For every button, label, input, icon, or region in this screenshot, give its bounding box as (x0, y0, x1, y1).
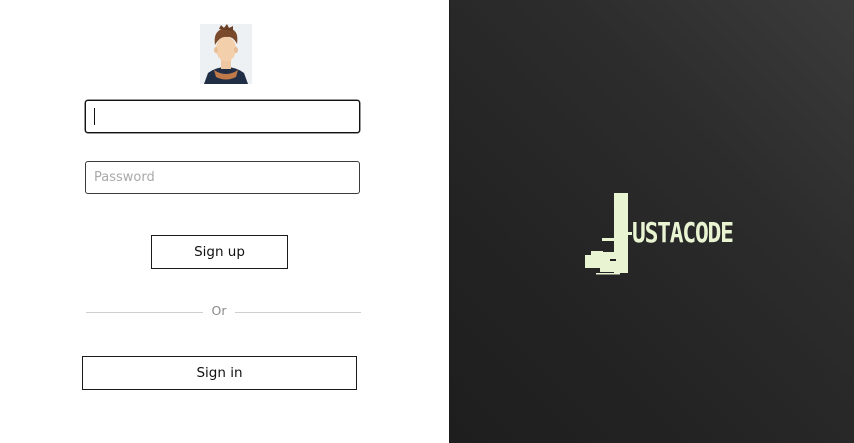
sign-up-button[interactable]: Sign up (151, 235, 288, 269)
divider-line-right (235, 312, 361, 313)
user-avatar-icon (200, 24, 252, 84)
logo-wordmark: USTACODE (632, 216, 734, 249)
password-field[interactable] (85, 161, 360, 194)
divider-line-left (86, 312, 203, 313)
login-panel: Sign up Or Sign in (0, 0, 449, 443)
or-divider: Or (86, 302, 361, 320)
brand-logo: USTACODE (584, 192, 764, 276)
sign-in-button[interactable]: Sign in (82, 356, 357, 390)
brand-panel: USTACODE (449, 0, 854, 443)
page: Sign up Or Sign in USTACODE (0, 0, 854, 443)
divider-label: Or (211, 303, 227, 318)
text-caret (94, 108, 95, 125)
username-field[interactable] (85, 100, 360, 133)
